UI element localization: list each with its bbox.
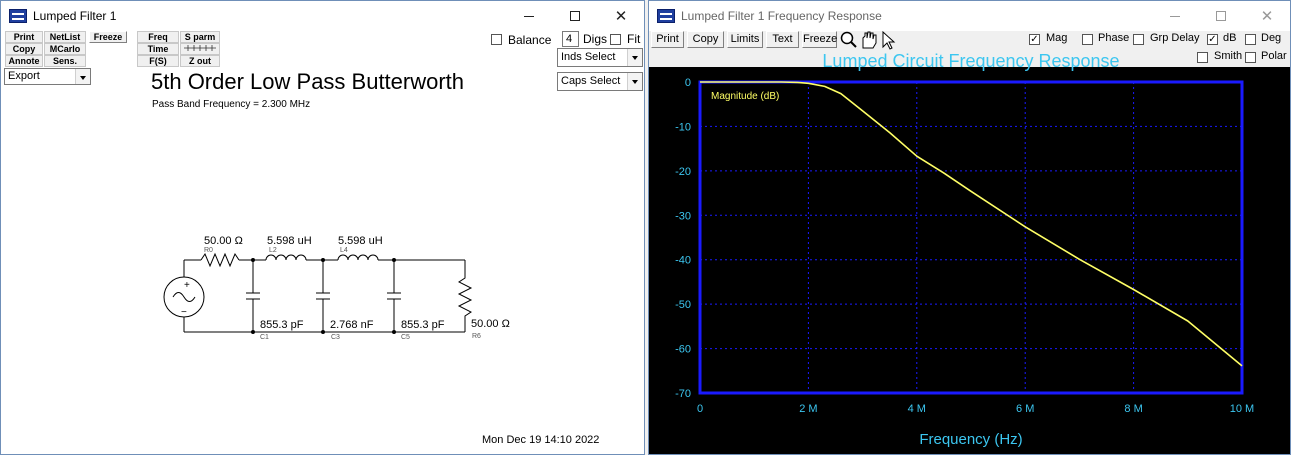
c3-value: 2.768 nF	[330, 319, 374, 331]
timestamp: Mon Dec 19 14:10 2022	[1153, 435, 1271, 447]
c5-value: 855.3 pF	[401, 319, 445, 331]
r0-ref: R0	[204, 247, 213, 254]
schematic-window: Lumped Filter 1 ✕ Print NetList Freeze F…	[0, 0, 645, 455]
l2-ref: L2	[269, 247, 277, 254]
hint-text: Hint: Use Mouse Keys to See Cursor Data	[656, 429, 788, 436]
x-tick-label: 6 M	[1016, 403, 1034, 415]
frequency-response-plot[interactable]: Lumped Circuit Frequency Response 0 2 M 4 M…	[649, 1, 1291, 455]
inductor-l4	[337, 254, 379, 261]
legend-label: Magnitude (dB)	[711, 91, 779, 102]
c5-ref: C5	[401, 334, 410, 341]
x-axis-label: Frequency (Hz)	[919, 431, 1022, 448]
plot-title: Lumped Circuit Frequency Response	[822, 51, 1119, 71]
svg-text:−: −	[181, 307, 187, 318]
l4-value: 5.598 uH	[338, 235, 383, 247]
x-tick-label: 4 M	[908, 403, 926, 415]
y-tick-label: -40	[675, 255, 691, 267]
y-tick-label: -10	[675, 121, 691, 133]
r0-value: 50.00 Ω	[204, 235, 243, 247]
y-tick-label: -60	[675, 344, 691, 356]
series-line-magnitude	[700, 81, 1243, 367]
c1-ref: C1	[260, 334, 269, 341]
footer-title: 5th Order Low Pass Butterworth	[656, 437, 813, 449]
y-tick-label: -70	[675, 388, 691, 400]
y-tick-label: -50	[675, 299, 691, 311]
x-tick-label: 2 M	[799, 403, 817, 415]
capacitor-c1	[246, 260, 260, 332]
r6-value: 50.00 Ω	[471, 318, 510, 330]
x-tick-label: 10 M	[1230, 403, 1254, 415]
capacitor-c3	[316, 260, 330, 332]
svg-text:+: +	[184, 280, 190, 291]
y-tick-label: 0	[685, 77, 691, 89]
x-tick-label: 0	[697, 403, 703, 415]
capacitor-c5	[387, 260, 401, 332]
plot-frame	[698, 80, 1244, 395]
y-tick-label: -20	[675, 166, 691, 178]
c3-ref: C3	[331, 334, 340, 341]
r6-ref: R6	[472, 333, 481, 340]
inductor-l2	[265, 254, 307, 261]
resistor-r0	[200, 252, 240, 268]
c1-value: 855.3 pF	[260, 319, 304, 331]
schematic-diagram: + −	[163, 252, 473, 334]
timestamp: Mon Dec 19 14:10 2022	[482, 434, 600, 446]
resistor-r6	[457, 260, 473, 332]
l2-value: 5.598 uH	[267, 235, 312, 247]
x-tick-label: 8 M	[1124, 403, 1142, 415]
y-tick-label: -30	[675, 210, 691, 222]
frequency-response-window: Lumped Filter 1 Frequency Response ✕ Pri…	[648, 0, 1291, 455]
l4-ref: L4	[340, 247, 348, 254]
